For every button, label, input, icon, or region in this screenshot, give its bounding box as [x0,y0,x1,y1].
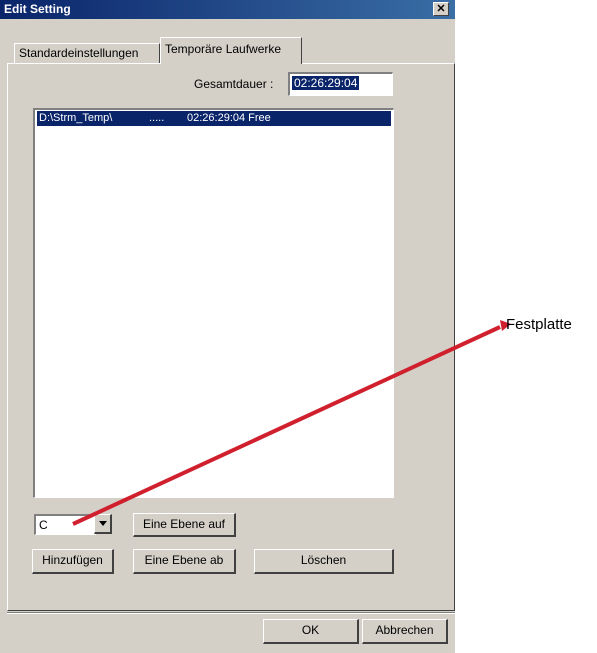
delete-button[interactable]: Löschen [254,549,394,574]
tab-label: Temporäre Laufwerke [165,42,282,56]
tab-temporaere-laufwerke[interactable]: Temporäre Laufwerke [160,37,302,64]
title-bar: Edit Setting ✕ [0,0,455,19]
window-title: Edit Setting [4,2,71,16]
drive-free-info: 02:26:29:04 Free [187,112,271,124]
drive-path: D:\Strm_Temp\ [39,112,113,124]
gesamtdauer-value: 02:26:29:04 [292,76,360,90]
ok-button[interactable]: OK [263,619,359,644]
gesamtdauer-field[interactable]: 02:26:29:04 [288,72,393,96]
close-icon: ✕ [436,3,446,15]
drive-list[interactable]: D:\Strm_Temp\ ..... 02:26:29:04 Free [33,108,394,498]
callout-label-festplatte: Festplatte [506,316,572,333]
chevron-down-icon[interactable] [94,514,112,534]
down-level-button[interactable]: Eine Ebene ab [133,549,236,574]
gesamtdauer-label: Gesamtdauer : [194,77,274,91]
list-item[interactable]: D:\Strm_Temp\ ..... 02:26:29:04 Free [37,111,391,126]
tab-label: Standardeinstellungen [19,46,139,60]
add-button[interactable]: Hinzufügen [32,549,114,574]
close-button[interactable]: ✕ [433,2,449,16]
drive-combo[interactable]: C [34,514,96,535]
drive-combo-value: C [39,518,48,532]
cancel-button[interactable]: Abbrechen [362,619,448,644]
drive-dots: ..... [149,112,165,124]
tab-standardeinstellungen[interactable]: Standardeinstellungen [14,43,160,63]
up-level-button[interactable]: Eine Ebene auf [133,513,236,537]
edit-setting-dialog: Edit Setting ✕ Standardeinstellungen Tem… [0,0,455,653]
divider [7,612,455,614]
